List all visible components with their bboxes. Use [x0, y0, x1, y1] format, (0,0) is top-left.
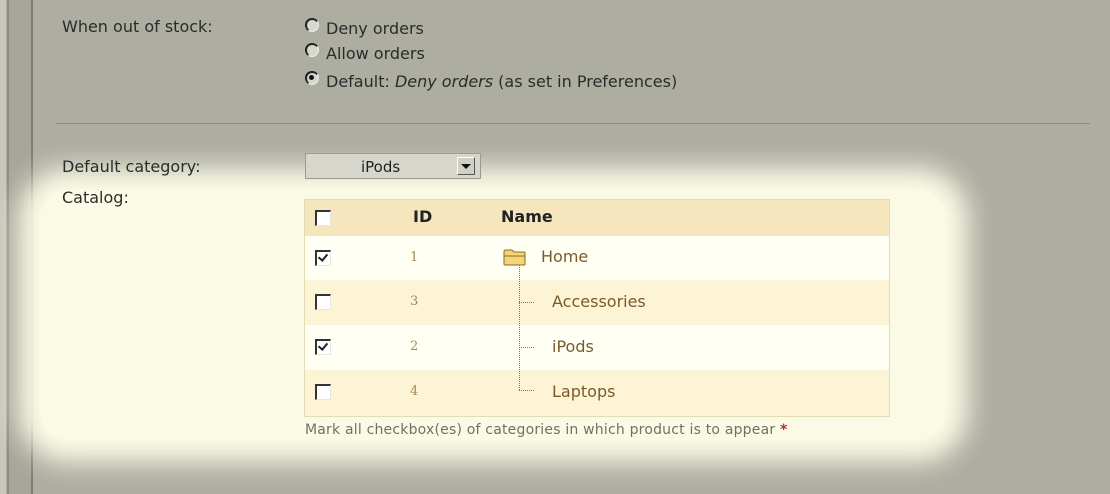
select-value: iPods — [361, 158, 401, 176]
tree-connector — [519, 347, 534, 348]
folder-icon — [503, 249, 526, 266]
radio-button-icon[interactable] — [305, 42, 319, 57]
out-of-stock-label: When out of stock: — [62, 17, 213, 36]
table-header: ID Name — [305, 200, 889, 236]
row-id: 1 — [410, 250, 419, 265]
row-checkbox[interactable] — [315, 294, 331, 310]
radio-button-selected-icon[interactable] — [305, 70, 319, 85]
radio-label: Allow orders — [326, 44, 425, 63]
left-border — [0, 0, 6, 494]
row-id: 2 — [410, 339, 419, 354]
column-header-id: ID — [413, 207, 433, 226]
catalog-table: ID Name 1 Home 3 Accessories 2 iPods 4 L… — [304, 199, 890, 417]
row-id: 3 — [410, 294, 419, 309]
tree-connector — [519, 265, 520, 390]
check-icon — [317, 251, 329, 262]
check-icon — [317, 340, 329, 351]
row-id: 4 — [410, 384, 419, 399]
table-row: 3 Accessories — [305, 280, 889, 325]
radio-default[interactable]: Default: Deny orders (as set in Preferen… — [305, 70, 678, 91]
radio-label: Default: Deny orders (as set in Preferen… — [326, 72, 678, 91]
table-row: 1 Home — [305, 236, 889, 280]
tree-connector — [519, 302, 534, 303]
left-gutter — [9, 0, 31, 494]
row-checkbox[interactable] — [315, 339, 331, 355]
default-category-select[interactable]: iPods — [305, 153, 481, 179]
default-category-label: Default category: — [62, 157, 201, 176]
tree-connector — [519, 390, 534, 391]
category-link[interactable]: Laptops — [552, 382, 615, 401]
select-all-checkbox[interactable] — [315, 210, 331, 226]
radio-deny-orders[interactable]: Deny orders — [305, 17, 424, 38]
left-gutter-line — [31, 0, 33, 494]
radio-button-icon[interactable] — [305, 17, 319, 32]
category-link[interactable]: iPods — [552, 337, 594, 356]
row-checkbox[interactable] — [315, 384, 331, 400]
row-checkbox[interactable] — [315, 250, 331, 266]
required-marker: * — [779, 422, 788, 438]
section-divider — [56, 123, 1090, 124]
catalog-label: Catalog: — [62, 188, 129, 207]
chevron-down-icon[interactable] — [457, 157, 475, 175]
radio-label: Deny orders — [326, 19, 424, 38]
table-row: 2 iPods — [305, 325, 889, 370]
table-row: 4 Laptops — [305, 370, 889, 416]
radio-allow-orders[interactable]: Allow orders — [305, 42, 425, 63]
column-header-name: Name — [501, 207, 553, 226]
catalog-hint: Mark all checkbox(es) of categories in w… — [305, 422, 788, 438]
category-link[interactable]: Accessories — [552, 292, 646, 311]
category-link[interactable]: Home — [541, 247, 588, 266]
